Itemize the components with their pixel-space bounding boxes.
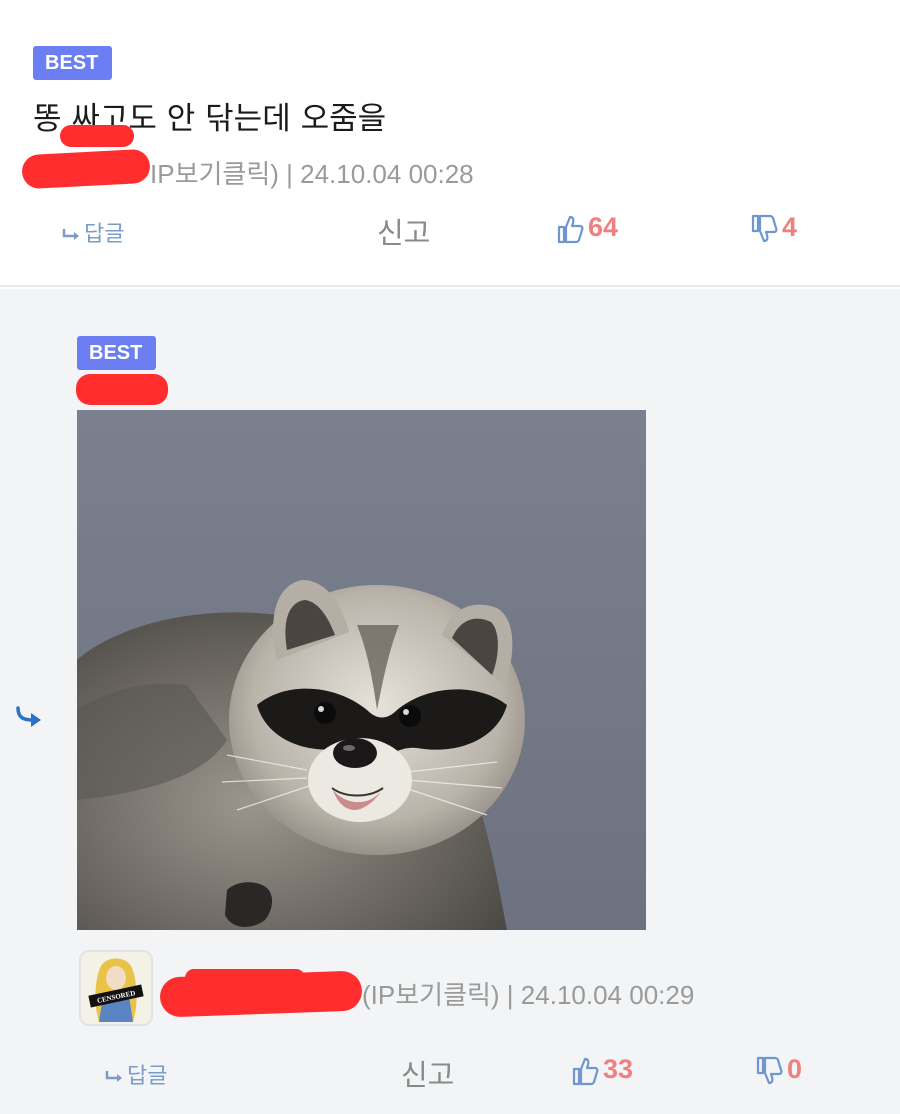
- dislike-button[interactable]: 0: [755, 1054, 802, 1086]
- comment-image-raccoon[interactable]: [77, 410, 646, 930]
- comment-best-2: BEST CENSORED (IP보기클릭) | 24.10.04 00:29 …: [0, 289, 900, 1114]
- ip-view-link[interactable]: (IP보기클릭): [362, 980, 500, 1010]
- avatar-image: CENSORED: [81, 952, 151, 1024]
- redacted-username: [21, 148, 151, 190]
- dislike-count: 4: [782, 212, 798, 242]
- like-button[interactable]: 64: [556, 212, 618, 244]
- report-button[interactable]: 신고: [401, 1052, 454, 1094]
- comment-timestamp: 24.10.04 00:28: [300, 159, 474, 189]
- report-button[interactable]: 신고: [377, 210, 430, 252]
- ip-view-link[interactable]: IP보기클릭): [150, 159, 279, 189]
- reply-arrow-icon: [105, 1071, 122, 1082]
- comment-actions: 답글 신고 64 4: [0, 210, 900, 250]
- redacted-username: [76, 374, 168, 405]
- best-badge: BEST: [33, 46, 112, 80]
- like-button[interactable]: 33: [571, 1054, 633, 1086]
- dislike-button[interactable]: 4: [750, 212, 797, 244]
- reply-button[interactable]: 답글: [105, 1058, 167, 1090]
- like-count: 33: [603, 1054, 634, 1084]
- thumbs-up-icon: [557, 215, 584, 243]
- comment-meta: (IP보기클릭) | 24.10.04 00:29: [362, 975, 694, 1012]
- like-count: 64: [588, 212, 619, 242]
- comment-best-1: BEST 똥 싸고도 안 닦는데 오줌을 IP보기클릭) | 24.10.04 …: [0, 0, 900, 287]
- raccoon-photo: [77, 410, 646, 930]
- best-badge: BEST: [77, 336, 156, 370]
- meta-separator: |: [286, 159, 293, 189]
- meta-separator: |: [506, 980, 514, 1010]
- comment-meta: IP보기클릭) | 24.10.04 00:28: [150, 154, 474, 191]
- reply-button[interactable]: 답글: [62, 216, 124, 248]
- nested-reply-arrow-icon: [16, 706, 41, 727]
- reply-label: 답글: [84, 222, 125, 247]
- reply-label: 답글: [127, 1064, 168, 1089]
- thumbs-up-icon: [572, 1057, 599, 1085]
- comment-actions: 답글 신고 33 0: [0, 1052, 900, 1092]
- thumbs-down-icon: [756, 1056, 783, 1084]
- comment-timestamp: 24.10.04 00:29: [520, 980, 695, 1010]
- redacted-scribble: [185, 969, 305, 987]
- thumbs-down-icon: [751, 214, 778, 242]
- dislike-count: 0: [787, 1054, 803, 1084]
- avatar[interactable]: CENSORED: [79, 950, 153, 1026]
- reply-arrow-icon: [62, 229, 79, 240]
- redacted-scribble: [60, 125, 134, 147]
- comment-page: BEST 똥 싸고도 안 닦는데 오줌을 IP보기클릭) | 24.10.04 …: [0, 0, 900, 1114]
